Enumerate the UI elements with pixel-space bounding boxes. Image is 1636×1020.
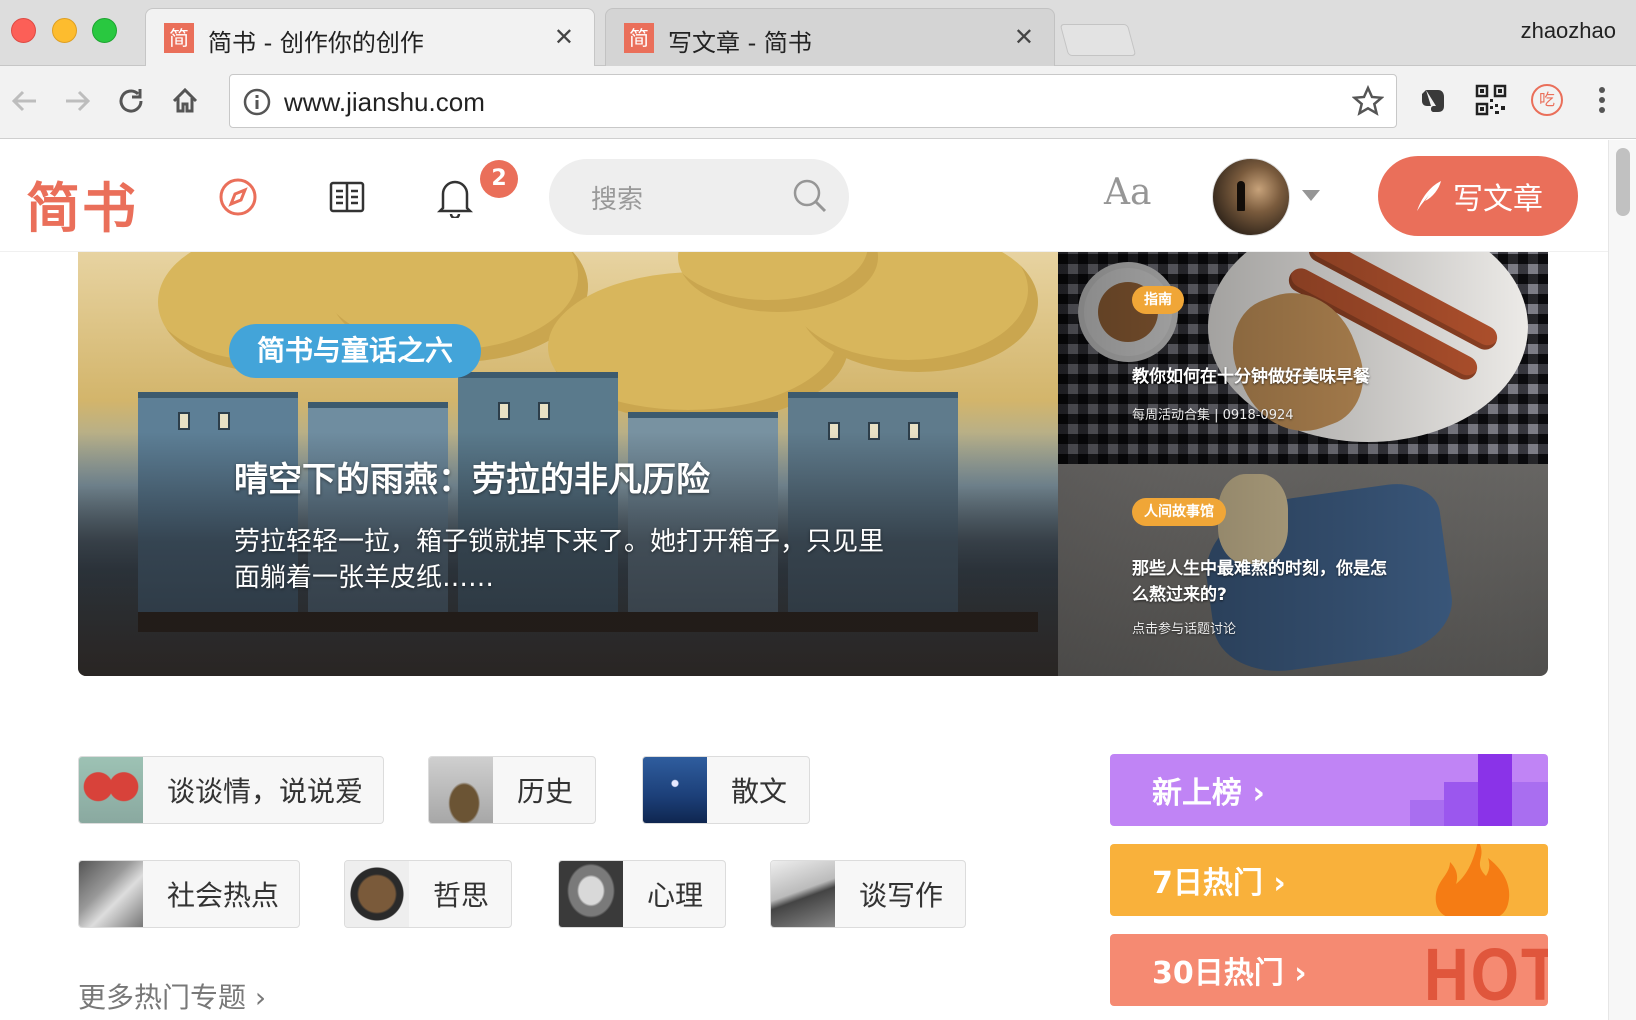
food-extension-label: 吃	[1531, 84, 1563, 116]
topic-love[interactable]: 谈谈情，说说爱	[78, 756, 384, 824]
board-30day-hot[interactable]: HOT 30日热门 ›	[1110, 934, 1548, 1006]
hot-watermark: HOT	[1424, 934, 1548, 1006]
topic-prose[interactable]: 散文	[642, 756, 810, 824]
topic-thumbnail	[771, 861, 835, 927]
search-icon[interactable]	[791, 177, 829, 219]
bookmark-star-icon[interactable]	[1351, 84, 1385, 121]
reload-icon[interactable]	[108, 78, 154, 124]
search-placeholder: 搜索	[591, 185, 644, 215]
zoom-window-button[interactable]	[92, 18, 117, 43]
topic-label: 哲思	[433, 879, 490, 912]
topic-label: 谈谈情，说说爱	[167, 775, 364, 808]
discover-compass-icon[interactable]	[213, 172, 263, 222]
banner-description: 劳拉轻轻一拉，箱子锁就掉下来了。她打开箱子，只见里面躺着一张羊皮纸……	[234, 527, 885, 593]
banner-tag[interactable]: 简书与童话之六	[229, 324, 482, 378]
topic-history[interactable]: 历史	[428, 756, 596, 824]
side-banner-story[interactable]: 人间故事馆 那些人生中最难熬的时刻，你是怎么熬过来的? 点击参与话题讨论	[1058, 464, 1548, 676]
topic-thumbnail	[79, 757, 143, 823]
notification-count-badge: 2	[480, 160, 518, 198]
board-7day-hot[interactable]: 7日热门 ›	[1110, 844, 1548, 916]
home-icon[interactable]	[162, 78, 208, 124]
tab-close-icon[interactable]: ✕	[1014, 23, 1034, 51]
write-article-label: 写文章	[1453, 182, 1543, 217]
minimize-window-button[interactable]	[52, 18, 77, 43]
evernote-extension-icon[interactable]	[1414, 80, 1454, 120]
board-bar-decoration	[1478, 754, 1512, 826]
tab-title: 写文章 - 简书	[668, 29, 812, 57]
side-banner-title: 那些人生中最难熬的时刻，你是怎么熬过来的?	[1132, 559, 1387, 605]
avatar-figure	[1237, 181, 1245, 211]
topic-label: 心理	[647, 879, 704, 912]
quill-pen-icon	[1417, 181, 1441, 211]
board-bar-decoration	[1512, 782, 1548, 826]
tab-close-icon[interactable]: ✕	[554, 23, 574, 51]
close-window-button[interactable]	[11, 18, 36, 43]
site-header: 简书 2 搜索 Aa 写文章	[0, 140, 1608, 252]
topic-social-hot[interactable]: 社会热点	[78, 860, 300, 928]
board-label: 30日热门 ›	[1152, 956, 1307, 991]
banner-title[interactable]: 晴空下的雨燕：劳拉的非凡历险	[234, 452, 710, 501]
banner-window	[178, 412, 190, 430]
font-setting-toggle[interactable]: Aa	[1104, 172, 1151, 213]
board-bar-decoration	[1444, 782, 1478, 826]
topic-writing[interactable]: 谈写作	[770, 860, 966, 928]
topic-thumbnail	[79, 861, 143, 927]
board-label: 7日热门 ›	[1152, 866, 1286, 901]
follow-book-icon[interactable]	[322, 172, 372, 222]
address-bar[interactable]: www.jianshu.com	[229, 74, 1397, 128]
side-banner-title: 教你如何在十分钟做好美味早餐	[1132, 367, 1370, 387]
more-topics-link[interactable]: 更多热门专题 ›	[78, 976, 266, 1016]
topic-label: 历史	[517, 775, 574, 808]
side-banner-breakfast[interactable]: 指南 教你如何在十分钟做好美味早餐 每周活动合集 | 0918-0924	[1058, 252, 1548, 464]
url-text[interactable]: www.jianshu.com	[284, 87, 485, 118]
topic-label: 散文	[731, 775, 788, 808]
tab-jianshu-home[interactable]: 简 简书 - 创作你的创作 ✕	[145, 8, 595, 66]
scrollbar-thumb[interactable]	[1616, 148, 1630, 216]
banner-window	[218, 412, 230, 430]
side-banner-subtitle: 每周活动合集 | 0918-0924	[1132, 408, 1294, 423]
back-arrow-icon[interactable]	[2, 78, 48, 124]
notification-bell-icon[interactable]	[430, 172, 480, 222]
site-info-icon[interactable]	[242, 87, 272, 121]
forward-arrow-icon[interactable]	[54, 78, 100, 124]
topic-label: 社会热点	[167, 879, 280, 912]
topic-psychology[interactable]: 心理	[558, 860, 726, 928]
side-shade	[1058, 252, 1548, 464]
board-bar-decoration	[1410, 800, 1444, 826]
topic-thumbnail	[559, 861, 623, 927]
banner-window	[538, 402, 550, 420]
jianshu-favicon-icon: 简	[164, 23, 194, 53]
chevron-down-icon[interactable]	[1302, 190, 1320, 201]
browser-profile-name[interactable]: zhaozhao	[1521, 18, 1616, 44]
page-scrollbar[interactable]	[1608, 140, 1636, 1020]
side-banner-subtitle: 点击参与话题讨论	[1132, 622, 1237, 637]
side-banner-tag: 指南	[1132, 286, 1184, 314]
board-label: 新上榜 ›	[1152, 776, 1265, 811]
qr-code-extension-icon[interactable]	[1471, 80, 1511, 120]
topic-thumbnail	[643, 757, 707, 823]
tab-write-article[interactable]: 简 写文章 - 简书 ✕	[605, 8, 1055, 66]
write-article-button[interactable]: 写文章	[1378, 156, 1578, 236]
tab-title: 简书 - 创作你的创作	[208, 29, 424, 57]
user-avatar[interactable]	[1212, 158, 1290, 236]
fire-icon	[1435, 844, 1510, 916]
food-extension-icon[interactable]: 吃	[1527, 80, 1567, 120]
jianshu-logo[interactable]: 简书	[26, 164, 138, 243]
browser-menu-icon[interactable]	[1582, 80, 1622, 120]
banner-window	[498, 402, 510, 420]
search-input[interactable]: 搜索	[549, 159, 849, 235]
topic-thumbnail	[345, 861, 409, 927]
topic-thumbnail	[429, 757, 493, 823]
main-banner[interactable]: 简书与童话之六 晴空下的雨燕：劳拉的非凡历险 劳拉轻轻一拉，箱子锁就掉下来了。她…	[78, 252, 1058, 676]
jianshu-favicon-icon: 简	[624, 23, 654, 53]
board-new-ranking[interactable]: 新上榜 ›	[1110, 754, 1548, 826]
side-banner-tag: 人间故事馆	[1132, 498, 1226, 526]
browser-toolbar: www.jianshu.com 吃	[0, 66, 1636, 139]
browser-titlebar: 简 简书 - 创作你的创作 ✕ 简 写文章 - 简书 ✕ zhaozhao	[0, 0, 1636, 66]
new-tab-button[interactable]	[1059, 24, 1137, 56]
topic-label: 谈写作	[859, 879, 944, 912]
topic-philosophy[interactable]: 哲思	[344, 860, 512, 928]
